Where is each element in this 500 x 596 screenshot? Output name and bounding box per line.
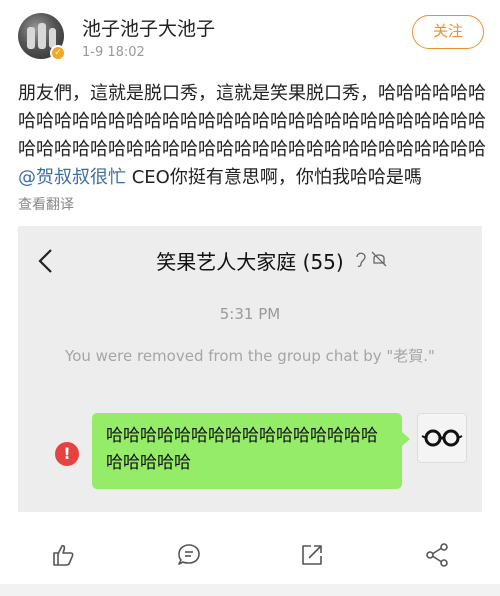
repost-icon[interactable] — [299, 542, 325, 568]
action-bar — [0, 532, 500, 578]
follow-button[interactable]: 关注 — [412, 15, 484, 49]
post-header: ✓ 池子池子大池子 1-9 18:02 关注 — [0, 0, 500, 70]
attached-screenshot[interactable]: 笑果艺人大家庭 (55) 5:31 PM You were removed fr… — [18, 226, 482, 512]
translate-link[interactable]: 查看翻译 — [18, 194, 74, 214]
verified-badge-icon: ✓ — [50, 45, 66, 61]
message-bubble: 哈哈哈哈哈哈哈哈哈哈哈哈哈哈哈哈哈哈哈哈哈 — [92, 413, 402, 489]
bell-muted-icon — [371, 251, 387, 267]
bubble-tail — [402, 432, 410, 446]
section-divider — [0, 584, 500, 596]
post-body: 朋友們，這就是脱口秀，這就是笑果脱口秀，哈哈哈哈哈哈哈哈哈哈哈哈哈哈哈哈哈哈哈哈… — [18, 80, 488, 192]
share-icon[interactable] — [424, 542, 450, 568]
mention-link[interactable]: @贺叔叔很忙 — [18, 167, 126, 188]
post-text-before: 朋友們，這就是脱口秀，這就是笑果脱口秀，哈哈哈哈哈哈哈哈哈哈哈哈哈哈哈哈哈哈哈哈… — [18, 83, 486, 160]
chat-title: 笑果艺人大家庭 (55) — [156, 250, 344, 274]
thumbs-up-icon[interactable] — [50, 542, 76, 568]
system-message: You were removed from the group chat by … — [65, 347, 435, 365]
ear-icon — [356, 252, 366, 268]
chat-time: 5:31 PM — [219, 305, 281, 323]
error-icon: ! — [55, 442, 79, 466]
username[interactable]: 池子池子大池子 — [82, 14, 215, 41]
comment-icon[interactable] — [176, 542, 202, 568]
post-timestamp: 1-9 18:02 — [82, 45, 145, 60]
post-text-after: CEO你挺有意思啊，你怕我哈哈是嗎 — [126, 167, 422, 188]
glasses-avatar-icon — [417, 413, 467, 463]
